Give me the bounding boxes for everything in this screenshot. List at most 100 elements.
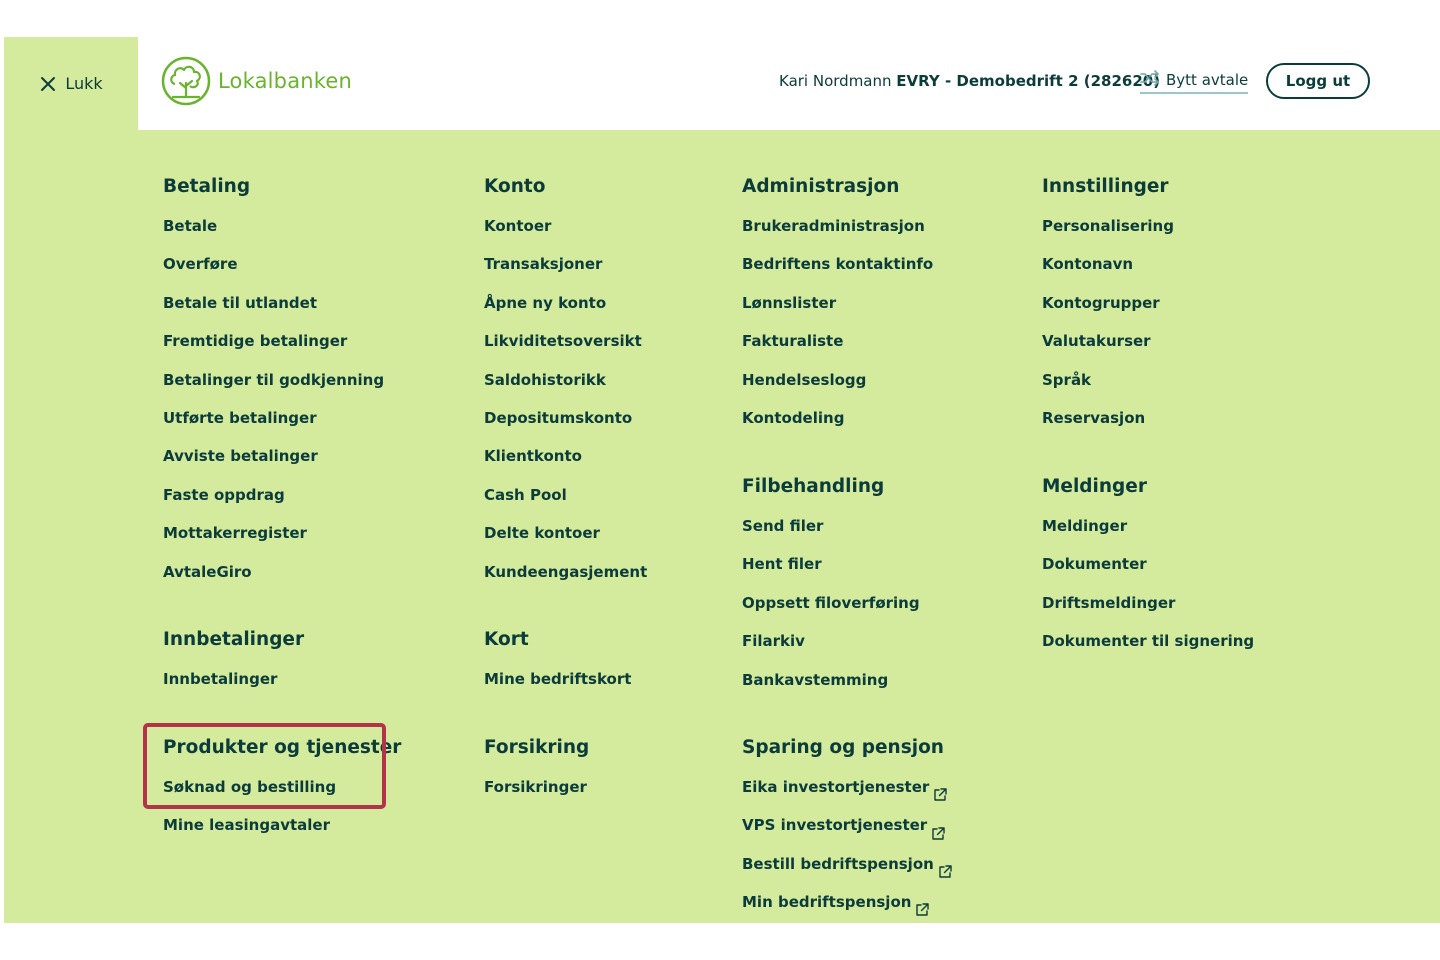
menu-item-innbetalinger[interactable]: Innbetalinger <box>163 660 304 698</box>
close-menu-button[interactable]: Lukk <box>4 37 138 130</box>
menu-item-eika-investortjenester[interactable]: Eika investortjenester <box>742 768 952 806</box>
logout-button[interactable]: Logg ut <box>1266 63 1370 99</box>
menu-item-bankavstemming[interactable]: Bankavstemming <box>742 661 920 699</box>
section-forsikring: Forsikring Forsikringer <box>484 728 589 806</box>
menu-item-bedriftskort[interactable]: Mine bedriftskort <box>484 660 631 698</box>
menu-column-3: Administrasjon Brukeradministrasjon Bedr… <box>742 167 933 437</box>
section-meldinger: Meldinger Meldinger Dokumenter Driftsmel… <box>1042 467 1254 661</box>
menu-item-reservasjon[interactable]: Reservasjon <box>1042 399 1174 437</box>
menu-column-3b: Filbehandling Send filer Hent filer Opps… <box>742 467 920 699</box>
menu-item-betale[interactable]: Betale <box>163 207 384 245</box>
menu-item-avviste-betalinger[interactable]: Avviste betalinger <box>163 437 384 475</box>
section-sparing: Sparing og pensjon Eika investortjeneste… <box>742 728 952 922</box>
menu-column-1: Betaling Betale Overføre Betale til utla… <box>163 167 384 591</box>
logo-text: Lokalbanken <box>218 69 353 93</box>
menu-item-mottakerregister[interactable]: Mottakerregister <box>163 514 384 552</box>
menu-item-vps-investortjenester[interactable]: VPS investortjenester <box>742 806 952 844</box>
menu-item-soknad-bestilling[interactable]: Søknad og bestilling <box>163 768 401 806</box>
section-produkter: Produkter og tjenester Søknad og bestill… <box>163 728 401 845</box>
menu-item-label: Min bedriftspensjon <box>742 893 912 912</box>
menu-item-bestill-bedriftspensjon[interactable]: Bestill bedriftspensjon <box>742 845 952 883</box>
section-administrasjon: Administrasjon Brukeradministrasjon Bedr… <box>742 167 933 437</box>
menu-item-cash-pool[interactable]: Cash Pool <box>484 476 647 514</box>
menu-item-min-bedriftspensjon[interactable]: Min bedriftspensjon <box>742 883 952 921</box>
section-title: Meldinger <box>1042 476 1147 497</box>
menu-item-avtalegiro[interactable]: AvtaleGiro <box>163 553 384 591</box>
section-title: Kort <box>484 629 529 650</box>
menu-item-apne-ny-konto[interactable]: Åpne ny konto <box>484 284 647 322</box>
menu-column-2b: Kort Mine bedriftskort <box>484 620 631 698</box>
menu-item-transaksjoner[interactable]: Transaksjoner <box>484 245 647 283</box>
close-label: Lukk <box>65 74 103 93</box>
tree-logo-icon <box>161 56 211 106</box>
section-title: Produkter og tjenester <box>163 737 402 758</box>
logo[interactable]: Lokalbanken <box>161 56 352 106</box>
menu-column-1b: Innbetalinger Innbetalinger <box>163 620 304 698</box>
user-name: Kari Nordmann <box>779 72 892 90</box>
switch-agreement-label: Bytt avtale <box>1166 71 1249 89</box>
menu-item-betale-utlandet[interactable]: Betale til utlandet <box>163 284 384 322</box>
menu-item-kontaktinfo[interactable]: Bedriftens kontaktinfo <box>742 245 933 283</box>
shuffle-icon <box>1140 70 1160 90</box>
section-title: Sparing og pensjon <box>742 737 944 758</box>
menu-item-dokumenter-signering[interactable]: Dokumenter til signering <box>1042 622 1254 660</box>
switch-agreement-link[interactable]: Bytt avtale <box>1140 70 1249 94</box>
section-innstillinger: Innstillinger Personalisering Kontonavn … <box>1042 167 1174 437</box>
section-title: Konto <box>484 176 546 197</box>
menu-item-kontonavn[interactable]: Kontonavn <box>1042 245 1174 283</box>
menu-item-forsikringer[interactable]: Forsikringer <box>484 768 589 806</box>
section-kort: Kort Mine bedriftskort <box>484 620 631 698</box>
menu-item-send-filer[interactable]: Send filer <box>742 507 920 545</box>
section-title: Innstillinger <box>1042 176 1169 197</box>
menu-item-klientkonto[interactable]: Klientkonto <box>484 437 647 475</box>
menu-item-driftsmeldinger[interactable]: Driftsmeldinger <box>1042 584 1254 622</box>
menu-column-4b: Meldinger Meldinger Dokumenter Driftsmel… <box>1042 467 1254 661</box>
menu-item-dokumenter[interactable]: Dokumenter <box>1042 545 1254 583</box>
menu-item-utforte-betalinger[interactable]: Utførte betalinger <box>163 399 384 437</box>
menu-item-filarkiv[interactable]: Filarkiv <box>742 622 920 660</box>
menu-item-fremtidige-betalinger[interactable]: Fremtidige betalinger <box>163 322 384 360</box>
external-link-icon <box>915 893 930 917</box>
menu-item-depositumskonto[interactable]: Depositumskonto <box>484 399 647 437</box>
menu-column-3c: Sparing og pensjon Eika investortjeneste… <box>742 728 952 922</box>
external-link-icon <box>931 817 945 840</box>
menu-item-kontogrupper[interactable]: Kontogrupper <box>1042 284 1174 322</box>
menu-item-kundeengasjement[interactable]: Kundeengasjement <box>484 553 647 591</box>
menu-column-4: Innstillinger Personalisering Kontonavn … <box>1042 167 1174 437</box>
menu-item-betalinger-godkjenning[interactable]: Betalinger til godkjenning <box>163 361 384 399</box>
menu-column-2: Konto Kontoer Transaksjoner Åpne ny kont… <box>484 167 647 591</box>
menu-item-label: VPS investortjenester <box>742 816 928 835</box>
menu-item-label: Eika investortjenester <box>742 778 930 796</box>
menu-item-leasingavtaler[interactable]: Mine leasingavtaler <box>163 806 401 844</box>
menu-item-hendelseslogg[interactable]: Hendelseslogg <box>742 361 933 399</box>
close-icon <box>39 75 57 93</box>
menu-item-sprak[interactable]: Språk <box>1042 361 1174 399</box>
menu-item-hent-filer[interactable]: Hent filer <box>742 545 920 583</box>
menu-column-2c: Forsikring Forsikringer <box>484 728 589 806</box>
menu-item-saldohistorikk[interactable]: Saldohistorikk <box>484 361 647 399</box>
section-title: Innbetalinger <box>163 629 305 650</box>
section-title: Administrasjon <box>742 176 900 197</box>
menu-item-delte-kontoer[interactable]: Delte kontoer <box>484 514 647 552</box>
section-betaling: Betaling Betale Overføre Betale til utla… <box>163 167 384 591</box>
menu-item-oppsett-filoverforing[interactable]: Oppsett filoverføring <box>742 584 920 622</box>
section-title: Betaling <box>163 176 251 197</box>
user-info: Kari Nordmann EVRY - Demobedrift 2 (2826… <box>779 72 1160 90</box>
menu-item-meldinger[interactable]: Meldinger <box>1042 507 1254 545</box>
menu-item-likviditetsoversikt[interactable]: Likviditetsoversikt <box>484 322 647 360</box>
menu-item-kontoer[interactable]: Kontoer <box>484 207 647 245</box>
menu-column-1c: Produkter og tjenester Søknad og bestill… <box>163 728 401 845</box>
menu-item-lonnslister[interactable]: Lønnslister <box>742 284 933 322</box>
menu-item-fakturaliste[interactable]: Fakturaliste <box>742 322 933 360</box>
menu-item-brukeradministrasjon[interactable]: Brukeradministrasjon <box>742 207 933 245</box>
menu-item-kontodeling[interactable]: Kontodeling <box>742 399 933 437</box>
section-konto: Konto Kontoer Transaksjoner Åpne ny kont… <box>484 167 647 591</box>
external-link-icon <box>938 855 952 878</box>
menu-item-label: Bestill bedriftspensjon <box>742 854 934 873</box>
menu-item-personalisering[interactable]: Personalisering <box>1042 207 1174 245</box>
menu-item-valutakurser[interactable]: Valutakurser <box>1042 322 1174 360</box>
menu-item-faste-oppdrag[interactable]: Faste oppdrag <box>163 476 384 514</box>
section-title: Filbehandling <box>742 476 885 497</box>
section-innbetalinger: Innbetalinger Innbetalinger <box>163 620 304 698</box>
menu-item-overfore[interactable]: Overføre <box>163 245 384 283</box>
